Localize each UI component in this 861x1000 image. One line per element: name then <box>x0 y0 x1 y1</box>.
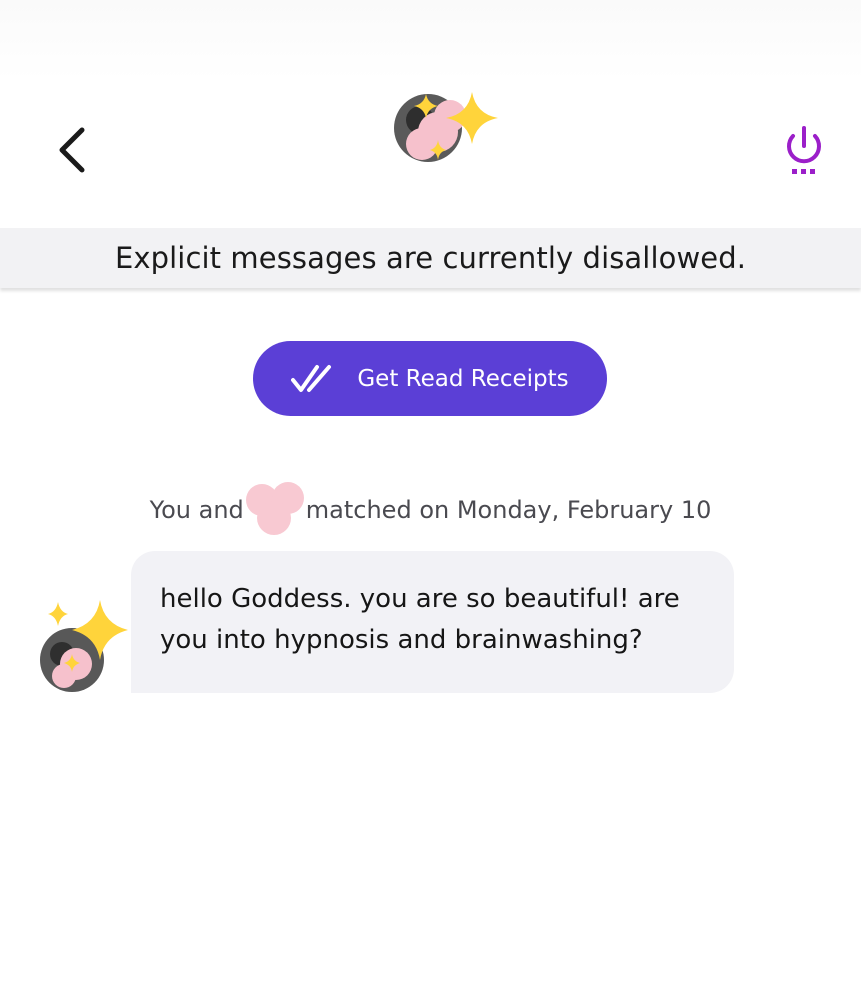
match-suffix: matched on Monday, February 10 <box>305 496 712 524</box>
get-read-receipts-button[interactable]: Get Read Receipts <box>253 341 607 416</box>
sender-avatar[interactable] <box>38 600 130 694</box>
read-receipts-label: Get Read Receipts <box>357 365 569 392</box>
message-line-2: you into hypnosis and brainwashing? <box>160 625 643 655</box>
match-avatar[interactable] <box>392 90 498 168</box>
explicit-notice-banner: Explicit messages are currently disallow… <box>0 228 861 288</box>
message-bubble[interactable]: hello Goddess. you are so beautiful! are… <box>131 551 734 693</box>
redacted-name <box>244 482 306 535</box>
back-button[interactable] <box>52 122 96 178</box>
match-prefix: You and <box>149 496 244 524</box>
power-icon <box>787 126 821 174</box>
message-line-1: hello Goddess. you are so beautiful! are <box>160 584 680 614</box>
double-check-icon <box>291 364 332 392</box>
banner-text: Explicit messages are currently disallow… <box>114 241 747 275</box>
unmatch-button[interactable] <box>780 124 828 178</box>
chevron-left-icon <box>59 127 85 173</box>
match-info: You and matched on Monday, February 10 <box>0 482 861 535</box>
